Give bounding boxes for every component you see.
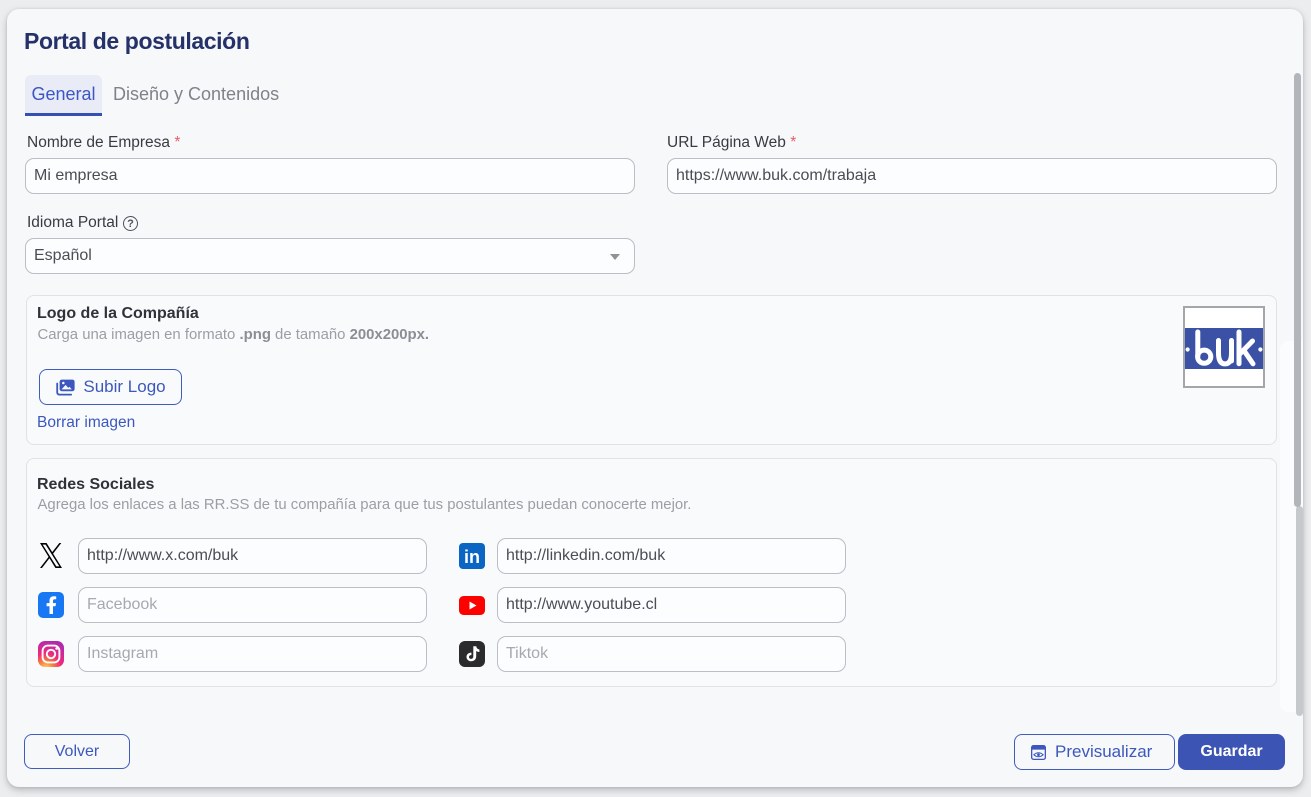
svg-text:in: in — [464, 547, 480, 567]
